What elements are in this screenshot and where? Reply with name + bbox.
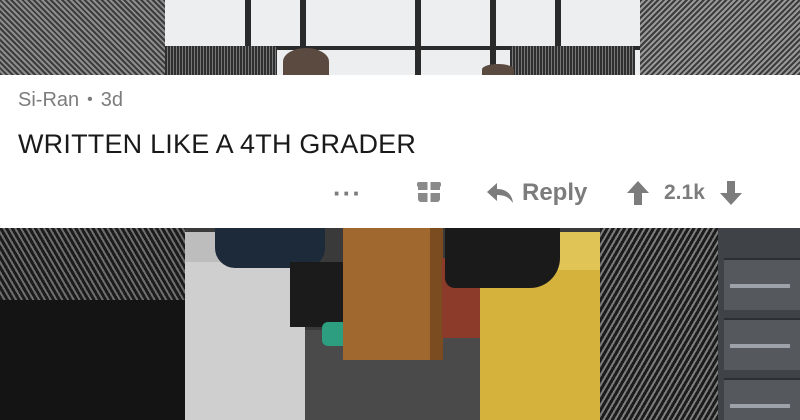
cabinet-drawer [724, 378, 800, 420]
person-jacket [445, 228, 560, 288]
person-leg [290, 262, 345, 327]
drawer-handle [730, 344, 790, 348]
pod-screen-right [640, 0, 800, 75]
person-head [482, 64, 514, 75]
wooden-table [343, 228, 443, 360]
pod-shadow [0, 300, 200, 420]
vote-score: 2.1k [664, 181, 705, 204]
window-mullion [415, 0, 421, 75]
comment-age: 3d [100, 88, 123, 111]
reply-button[interactable]: Reply [486, 175, 587, 211]
reply-arrow-icon [487, 183, 513, 203]
drawer-handle [730, 404, 790, 408]
person-head [283, 48, 329, 75]
comment-body: WRITTEN LIKE A 4TH GRADER [18, 129, 417, 159]
drawer-handle [730, 284, 790, 288]
more-options-icon: ··· [333, 177, 362, 208]
comment-author[interactable]: Si-Ran [18, 89, 79, 112]
chair-back [165, 46, 277, 76]
pod-screen-right-lower [600, 228, 720, 420]
reply-label: Reply [522, 179, 588, 206]
upvote-arrow-icon[interactable] [626, 180, 650, 206]
pod-screen-left [0, 0, 165, 75]
comment-meta: Si-Ran • 3d [18, 89, 123, 111]
chair-back [510, 46, 635, 76]
vote-controls: 2.1k [626, 175, 743, 211]
meta-separator: • [87, 91, 93, 108]
give-award-button[interactable] [414, 175, 444, 205]
downvote-arrow-icon[interactable] [719, 180, 743, 206]
comment-card: Si-Ran • 3d WRITTEN LIKE A 4TH GRADER ··… [0, 75, 800, 228]
more-options-button[interactable]: ··· [333, 175, 362, 211]
gift-award-icon [417, 182, 441, 202]
